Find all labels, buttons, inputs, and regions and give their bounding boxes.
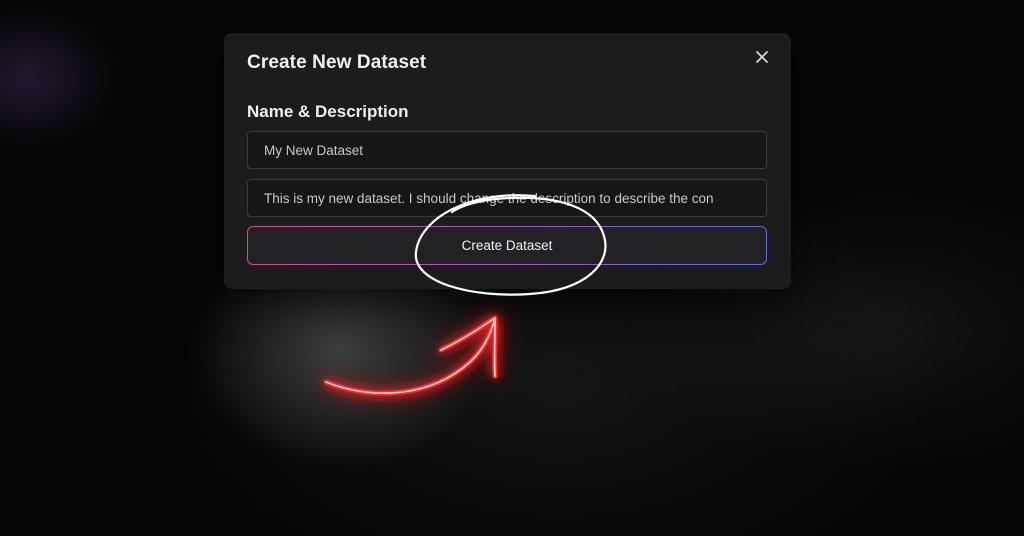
name-description-label: Name & Description bbox=[247, 102, 409, 121]
red-arrow-icon bbox=[323, 315, 498, 396]
dataset-description-input[interactable] bbox=[247, 179, 767, 217]
dataset-name-input[interactable] bbox=[247, 131, 767, 169]
modal-title: Create New Dataset bbox=[247, 52, 427, 73]
screenshot-stage: Create New Dataset Name & Description Cr… bbox=[0, 0, 1024, 536]
create-dataset-modal: Create New Dataset Name & Description Cr… bbox=[224, 33, 791, 289]
close-icon[interactable] bbox=[752, 47, 772, 67]
create-dataset-button[interactable]: Create Dataset bbox=[247, 226, 767, 265]
